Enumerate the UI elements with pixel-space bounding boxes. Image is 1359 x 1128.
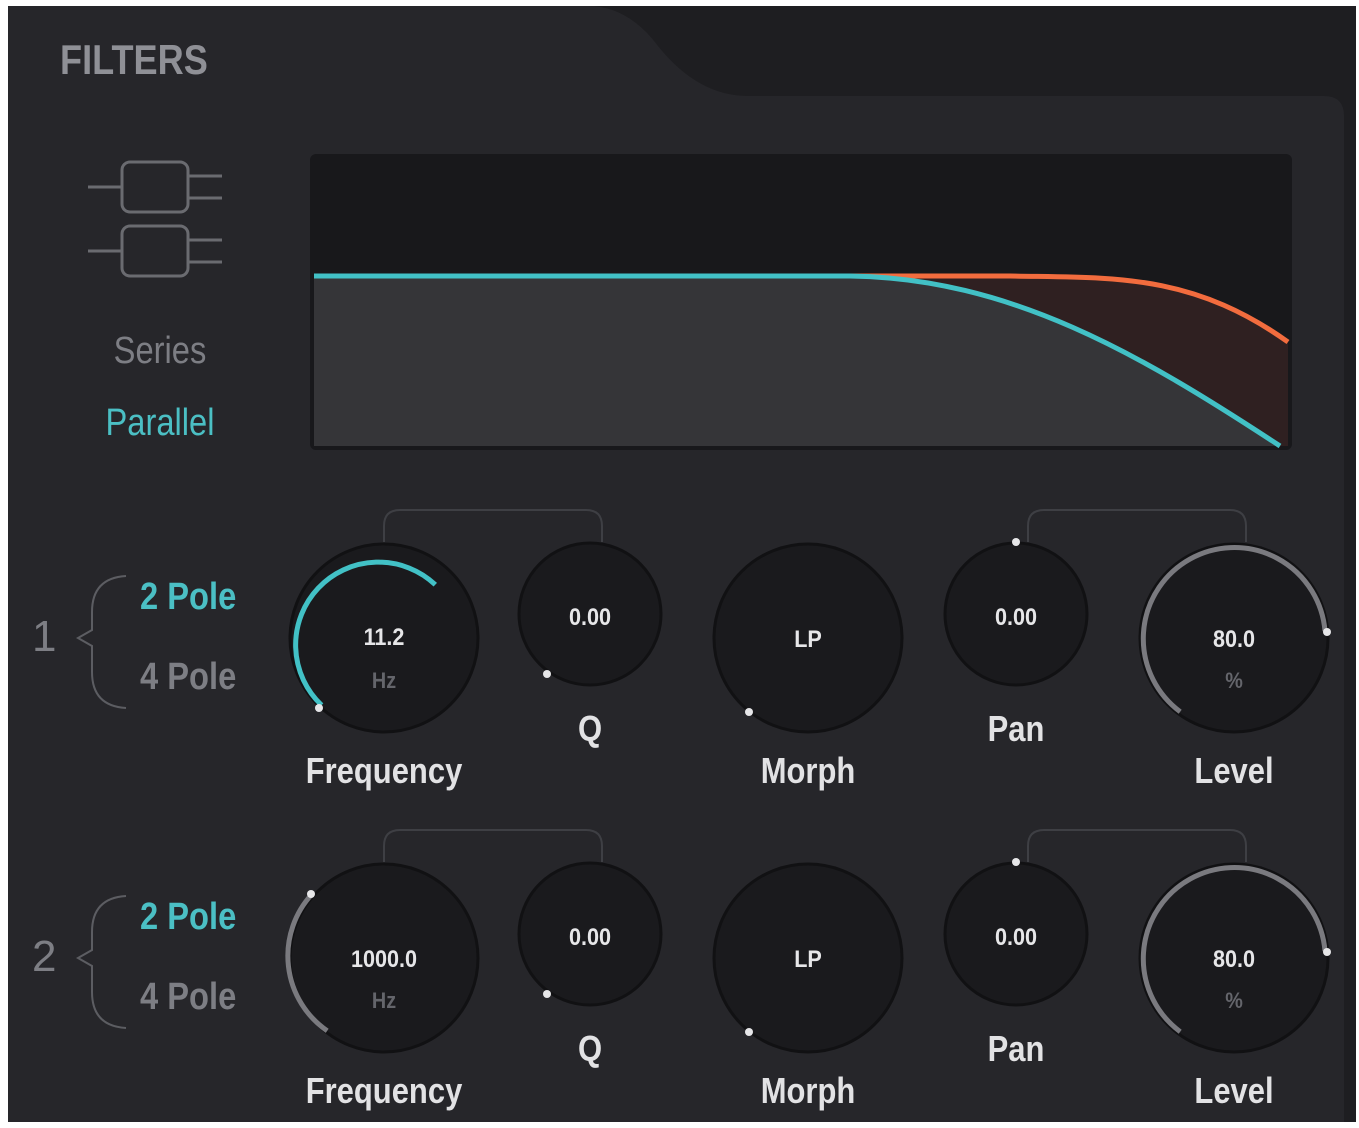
filter2-morph-label: Morph [760,1070,856,1111]
parallel-filters-icon[interactable] [88,156,228,286]
knob-indicator [543,670,551,678]
filter1-2pole-option[interactable]: 2 Pole [140,576,236,619]
filter2-frequency-knob[interactable]: 1000.0 Hz [285,860,482,1056]
filter2-frequency-value: 1000.0 [350,946,418,973]
filter2-frequency-unit: Hz [371,988,397,1013]
knob-indicator [315,704,323,712]
section-title: FILTERS [60,36,208,83]
filter2-pole-bracket [75,895,127,1029]
routing-series-option[interactable]: Series [74,330,246,373]
filter2-4pole-option[interactable]: 4 Pole [140,976,236,1019]
filter2-level-value: 80.0 [1212,946,1256,973]
filter1-frequency-value: 11.2 [363,624,405,651]
knob-indicator [1323,948,1331,956]
filter2-frequency-label: Frequency [305,1070,463,1111]
filter2-pan-value: 0.00 [994,924,1038,951]
filter2-pan-knob[interactable]: 0.00 [942,858,1090,1008]
routing-parallel-option[interactable]: Parallel [74,402,246,445]
knob-indicator [1012,858,1020,866]
filters-panel: FILTERS Series Parallel 1 2 Pole 4 Pole [8,6,1356,1122]
knob-indicator [1012,538,1020,546]
filter1-pan-label: Pan [987,708,1045,749]
filter1-level-knob[interactable]: 80.0 % [1136,540,1332,736]
knob-indicator [307,890,315,898]
filter2-level-knob[interactable]: 80.0 % [1136,860,1332,1056]
filter1-frequency-label: Frequency [305,750,463,791]
filter1-morph-label: Morph [760,750,856,791]
filter1-pole-bracket [75,575,127,709]
filter1-frequency-unit: Hz [371,668,397,693]
knob-indicator [745,708,753,716]
filter2-number: 2 [32,932,57,981]
filter1-frequency-knob[interactable]: 11.2 Hz [286,540,482,736]
filter2-q-knob[interactable]: 0.00 [516,860,664,1008]
filter1-level-label: Level [1194,750,1274,791]
filter1-4pole-option[interactable]: 4 Pole [140,656,236,699]
filter2-morph-knob[interactable]: LP [710,860,906,1056]
filter2-q-value: 0.00 [568,924,612,951]
filter2-morph-value: LP [794,946,822,973]
knob-indicator [1323,628,1331,636]
filter1-q-label: Q [577,708,603,749]
knob-indicator [745,1028,753,1036]
filter2-q-label: Q [577,1028,603,1069]
filter1-pan-knob[interactable]: 0.00 [942,538,1090,688]
knob-indicator [543,990,551,998]
filter2-level-unit: % [1225,988,1243,1013]
filter1-pan-value: 0.00 [994,604,1038,631]
filter1-level-unit: % [1225,668,1243,693]
filter-response-display [310,154,1292,450]
filter2-level-label: Level [1194,1070,1274,1111]
filter1-number: 1 [32,612,57,661]
filter1-morph-value: LP [794,626,822,653]
filter1-q-knob[interactable]: 0.00 [516,540,664,688]
filter1-level-value: 80.0 [1212,626,1256,653]
filter2-pan-label: Pan [987,1028,1045,1069]
filter2-2pole-option[interactable]: 2 Pole [140,896,236,939]
filter1-q-value: 0.00 [568,604,612,631]
filter1-morph-knob[interactable]: LP [710,540,906,736]
